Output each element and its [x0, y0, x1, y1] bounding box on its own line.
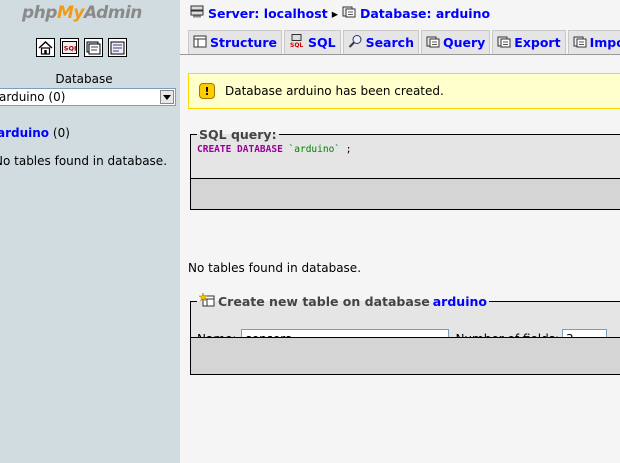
new-table-icon: [198, 292, 215, 310]
logo-part-admin: Admin: [83, 3, 142, 23]
logo-part-my: My: [56, 3, 85, 23]
export-icon: [497, 35, 511, 51]
tab-divider: [180, 54, 620, 55]
phpmyadmin-logo[interactable]: phpMyAdmin: [22, 3, 142, 23]
home-icon[interactable]: [36, 38, 55, 57]
sql-keyword: CREATE DATABASE: [197, 144, 283, 155]
notice-message: Database arduino has been created.: [225, 84, 444, 98]
tab-label: Structure: [210, 35, 277, 50]
query-window-icon[interactable]: [84, 38, 103, 57]
sql-query-text: CREATE DATABASE `arduino` ;: [191, 142, 620, 157]
create-table-legend: Create new table on database arduino: [197, 292, 489, 310]
tab-import[interactable]: Import: [567, 30, 620, 54]
tab-bar: Structure SQL SQL Search Query Export Im…: [188, 30, 620, 54]
query-icon: [426, 35, 440, 51]
import-icon: [573, 35, 587, 51]
database-select-value: arduino (0): [0, 90, 66, 104]
breadcrumb-database[interactable]: Database: arduino: [360, 6, 490, 21]
sql-query-footer: [190, 178, 620, 210]
nav-icon-bar: SQL: [36, 38, 127, 57]
tab-export[interactable]: Export: [492, 30, 566, 54]
create-table-legend-text: Create new table on database: [218, 294, 430, 309]
nav-database-entry: arduino (0): [0, 126, 70, 140]
svg-text:SQL: SQL: [290, 42, 303, 48]
database-select[interactable]: arduino (0): [0, 88, 176, 106]
svg-text:SQL: SQL: [64, 45, 77, 53]
breadcrumb-separator: ▸: [331, 5, 338, 21]
tab-label: Import: [589, 35, 620, 50]
success-notice: ! Database arduino has been created.: [188, 73, 620, 109]
no-tables-text: No tables found in database.: [188, 261, 362, 275]
sql-icon[interactable]: SQL: [60, 38, 79, 57]
main-frame: Server: localhost ▸ Database: arduino St…: [180, 0, 620, 463]
sql-identifier: `arduino`: [288, 144, 341, 155]
documentation-icon[interactable]: [108, 38, 127, 57]
sql-query-box: SQL query: CREATE DATABASE `arduino` ;: [190, 127, 620, 179]
nav-database-count: (0): [52, 126, 70, 140]
database-label: Database: [55, 72, 113, 86]
tab-label: Export: [514, 35, 561, 50]
sql-icon: SQL: [289, 34, 305, 51]
chevron-down-icon[interactable]: [160, 90, 174, 104]
info-icon: !: [199, 83, 215, 99]
nav-database-link[interactable]: arduino: [0, 126, 49, 140]
server-icon: [190, 5, 204, 21]
tab-structure[interactable]: Structure: [188, 30, 282, 54]
nav-no-tables-text: No tables found in database.: [0, 154, 168, 168]
search-icon: [348, 34, 363, 51]
create-table-box: Create new table on database arduino Nam…: [190, 292, 620, 349]
database-icon: [342, 5, 356, 21]
breadcrumb: Server: localhost ▸ Database: arduino: [190, 5, 490, 21]
sql-terminator: ;: [340, 144, 352, 155]
tab-search[interactable]: Search: [342, 30, 419, 54]
navigation-frame: phpMyAdmin SQL Database arduino (0) ardu…: [0, 0, 180, 463]
create-table-db-name: arduino: [432, 294, 487, 309]
logo-part-php: php: [22, 3, 57, 23]
structure-icon: [193, 35, 207, 51]
breadcrumb-server[interactable]: Server: localhost: [208, 6, 328, 21]
tab-label: Search: [365, 35, 414, 50]
tab-label: Query: [442, 35, 486, 50]
sql-query-legend: SQL query:: [199, 127, 277, 142]
create-table-footer: [190, 337, 620, 375]
tab-label: SQL: [307, 35, 336, 50]
tab-sql[interactable]: SQL SQL: [283, 30, 341, 54]
tab-query[interactable]: Query: [420, 30, 491, 54]
